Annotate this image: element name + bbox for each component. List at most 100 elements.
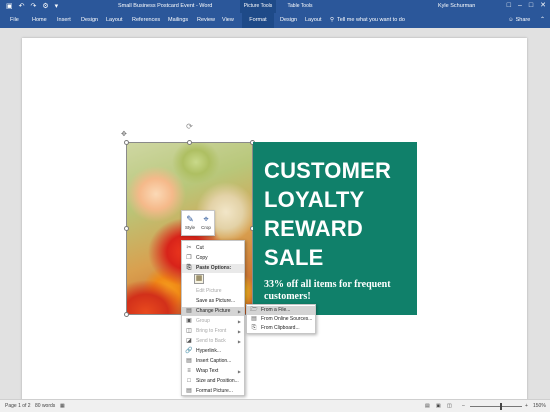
clipboard-icon: ⎘ (251, 325, 257, 331)
group-icon: ▣ (186, 318, 192, 324)
tab-file[interactable]: File (8, 13, 21, 28)
title-bar: ▣ ↶ ↷ ⚙ ▾ Small Business Postcard Event … (0, 0, 550, 13)
folder-icon: 🗁 (250, 307, 258, 313)
menu-item-save-as-picture[interactable]: Save as Picture... (182, 297, 244, 306)
menu-item-bring-to-front[interactable]: ◫ Bring to Front ▶ (182, 327, 244, 336)
menu-label: Send to Back (196, 338, 226, 344)
clipboard-icon: ⎘ (186, 265, 192, 271)
menu-label: Change Picture (196, 308, 231, 314)
read-mode-icon[interactable]: ▤ (425, 403, 430, 410)
submenu-arrow-icon: ▶ (237, 339, 241, 344)
proofing-icon[interactable]: ▦ (60, 403, 65, 410)
menu-item-change-picture[interactable]: ▤ Change Picture ▶ (182, 307, 244, 316)
menu-label: Save as Picture... (196, 298, 236, 304)
menu-item-from-file[interactable]: 🗁 From a File... (247, 306, 315, 315)
tab-insert[interactable]: Insert (55, 13, 73, 28)
menu-label: Insert Caption... (196, 358, 232, 364)
tab-references[interactable]: References (130, 13, 162, 28)
menu-item-group[interactable]: ▣ Group ▶ (182, 317, 244, 326)
maximize-icon[interactable]: □ (529, 1, 533, 11)
save-icon[interactable]: ▣ (6, 2, 13, 11)
zoom-out-icon[interactable]: – (462, 403, 465, 410)
crop-icon: ⌖ (203, 214, 209, 224)
menu-item-from-clipboard[interactable]: ⎘ From Clipboard... (247, 324, 315, 333)
lightbulb-icon: ⚲ (330, 17, 335, 23)
headline-line: CUSTOMER (264, 158, 392, 183)
tab-table-layout[interactable]: Layout (303, 13, 324, 28)
promo-headline: CUSTOMER LOYALTY REWARD SALE (264, 156, 391, 272)
tab-view[interactable]: View (220, 13, 236, 28)
page-count[interactable]: Page 1 of 2 (5, 403, 31, 410)
tab-table-design[interactable]: Design (278, 13, 299, 28)
status-bar: Page 1 of 2 80 words ▦ ▤ ▣ ◫ – + 150% (0, 399, 550, 412)
tab-design[interactable]: Design (79, 13, 100, 28)
menu-item-from-online[interactable]: ▤ From Online Sources... (247, 315, 315, 324)
user-name[interactable]: Kyle Schurman (438, 3, 475, 9)
zoom-in-icon[interactable]: + (525, 403, 528, 410)
crop-button[interactable]: ⌖ Crop (198, 211, 214, 235)
minimize-icon[interactable]: – (518, 1, 522, 11)
menu-item-send-to-back[interactable]: ◪ Send to Back ▶ (182, 337, 244, 346)
menu-item-size-and-position[interactable]: □ Size and Position... (182, 377, 244, 386)
menu-paste-options-header: ⎘ Paste Options: (182, 264, 244, 273)
headline-line: REWARD (264, 216, 363, 241)
context-menu: ✂ Cut ❐ Copy ⎘ Paste Options: ▦ Edit Pictur… (181, 240, 245, 396)
zoom-slider[interactable] (470, 406, 522, 407)
menu-label: From a File... (261, 307, 291, 313)
menu-item-wrap-text[interactable]: ≡ Wrap Text ▶ (182, 367, 244, 376)
promo-panel: CUSTOMER LOYALTY REWARD SALE 33% off all… (253, 142, 417, 315)
close-icon[interactable]: ✕ (540, 1, 546, 11)
menu-item-hyperlink[interactable]: 🔗 Hyperlink... (182, 347, 244, 356)
online-picture-icon: ▤ (251, 316, 257, 322)
collapse-ribbon-icon[interactable]: ⌃ (540, 13, 545, 28)
tab-mailings[interactable]: Mailings (166, 13, 190, 28)
resize-handle-nw[interactable] (124, 140, 129, 145)
zoom-slider-thumb[interactable] (500, 403, 503, 410)
menu-item-format-picture[interactable]: ▤ Format Picture... (182, 387, 244, 396)
customize-qat-icon[interactable]: ▾ (55, 2, 59, 11)
submenu-arrow-icon: ▶ (237, 329, 241, 334)
tab-review[interactable]: Review (195, 13, 217, 28)
window-controls: □ – □ ✕ (507, 1, 546, 11)
resize-handle-sw[interactable] (124, 312, 129, 317)
menu-item-insert-caption[interactable]: ▤ Insert Caption... (182, 357, 244, 366)
submenu-arrow-icon: ▶ (237, 319, 241, 324)
table-tools-label: Table Tools (276, 0, 324, 13)
size-position-icon: □ (187, 378, 191, 384)
resize-handle-n[interactable] (187, 140, 192, 145)
print-layout-icon[interactable]: ▣ (436, 403, 441, 410)
menu-label: Size and Position... (196, 378, 239, 384)
move-handle-icon[interactable]: ✥ (121, 130, 127, 138)
resize-handle-w[interactable] (124, 226, 129, 231)
undo-icon[interactable]: ↶ (19, 2, 25, 11)
paste-picture-icon[interactable]: ▦ (194, 274, 204, 284)
touch-mode-icon[interactable]: ⚙ (42, 2, 48, 11)
change-picture-icon: ▤ (186, 308, 192, 314)
menu-label: Wrap Text (196, 368, 219, 374)
share-label: Share (515, 17, 531, 23)
style-button[interactable]: ✎ Style (182, 211, 198, 235)
send-back-icon: ◪ (186, 338, 192, 344)
ribbon-tabs: File Home Insert Design Layout Reference… (0, 13, 550, 28)
quick-access-toolbar: ▣ ↶ ↷ ⚙ ▾ (6, 2, 58, 11)
menu-label: From Clipboard... (261, 325, 300, 331)
menu-item-copy[interactable]: ❐ Copy (182, 254, 244, 263)
redo-icon[interactable]: ↷ (31, 2, 37, 11)
ribbon-display-icon[interactable]: □ (507, 1, 511, 11)
menu-label: Cut (196, 245, 204, 251)
submenu-arrow-icon: ▶ (237, 309, 241, 314)
tab-format[interactable]: Format (242, 13, 274, 28)
word-count[interactable]: 80 words (35, 403, 55, 410)
tab-home[interactable]: Home (30, 13, 49, 28)
share-button[interactable]: ☺ Share (508, 13, 530, 28)
tab-layout[interactable]: Layout (104, 13, 125, 28)
crop-label: Crop (201, 225, 211, 230)
promo-subtext: 33% off all items for frequent customers… (264, 279, 391, 302)
rotate-handle-icon[interactable]: ⟳ (185, 122, 194, 131)
tell-me-box[interactable]: ⚲ Tell me what you want to do (330, 13, 405, 28)
menu-item-edit-picture[interactable]: Edit Picture (182, 287, 244, 296)
zoom-level[interactable]: 150% (533, 403, 546, 410)
menu-item-cut[interactable]: ✂ Cut (182, 244, 244, 253)
web-layout-icon[interactable]: ◫ (447, 403, 452, 410)
style-label: Style (184, 225, 195, 230)
